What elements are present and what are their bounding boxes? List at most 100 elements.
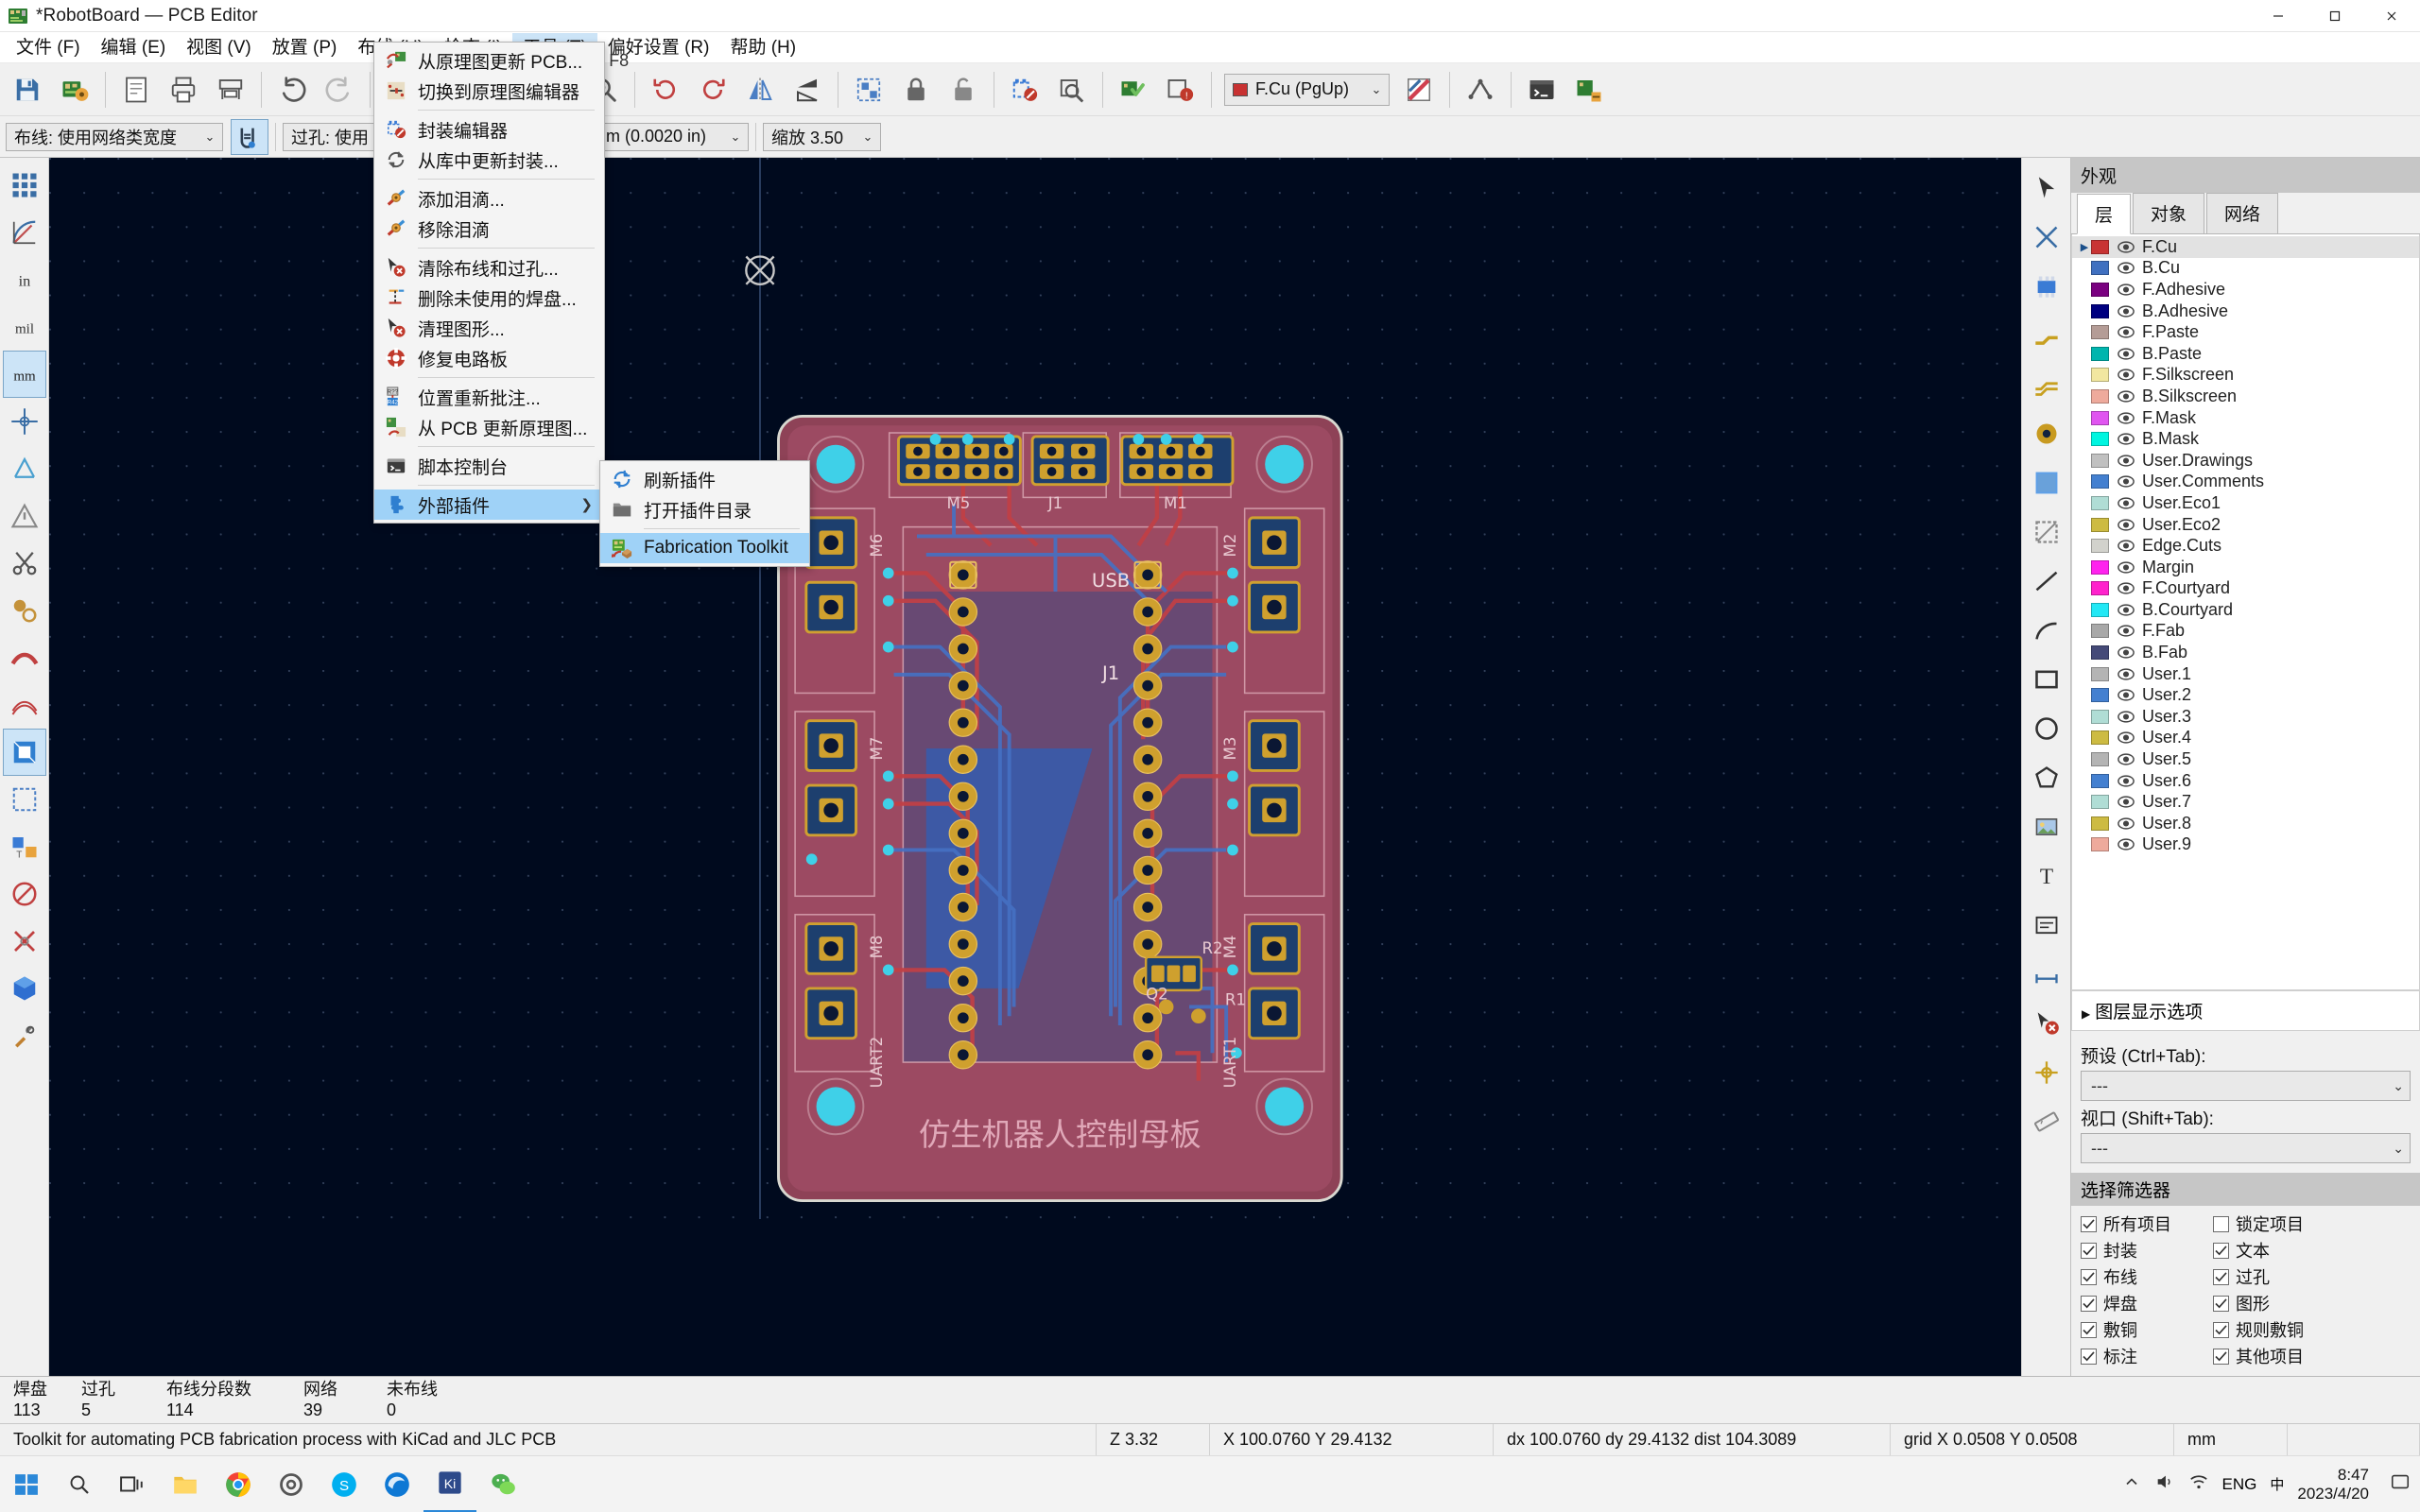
checkbox-box[interactable] (2213, 1268, 2229, 1285)
lock-button[interactable] (892, 66, 940, 113)
layer-row[interactable]: User.9 (2072, 834, 2419, 856)
toggle-polar-coords-button[interactable] (3, 209, 46, 256)
track-width-selector[interactable]: 布线: 使用网络类宽度 ⌄ (6, 122, 223, 151)
layers-list[interactable]: ▶ F.Cu B.Cu F.Adhesive B.Adhesive F.Paste B.Pa… (2071, 234, 2420, 990)
scripting-console-button[interactable] (1518, 66, 1565, 113)
layer-row[interactable]: User.5 (2072, 748, 2419, 770)
layer-row[interactable]: B.Paste (2072, 343, 2419, 365)
ime-indicator[interactable]: ENG (2222, 1475, 2257, 1494)
place-footprint-button[interactable] (2025, 262, 2068, 311)
viewport-selector[interactable]: --- ⌄ (2081, 1133, 2411, 1163)
add-rule-area-button[interactable] (2025, 507, 2068, 557)
layer-row[interactable]: User.8 (2072, 813, 2419, 834)
filter-checkbox[interactable]: 过孔 (2213, 1264, 2412, 1289)
layer-color-swatch[interactable] (2091, 559, 2109, 575)
mirror-h-button[interactable] (736, 66, 784, 113)
layer-row[interactable]: F.Adhesive (2072, 279, 2419, 301)
layer-color-swatch[interactable] (2091, 388, 2109, 404)
filter-checkbox[interactable]: 锁定项目 (2213, 1211, 2412, 1236)
select-tool-button[interactable] (2025, 163, 2068, 213)
page-settings-button[interactable] (112, 66, 160, 113)
unlock-button[interactable] (940, 66, 987, 113)
layer-color-swatch[interactable] (2091, 303, 2109, 318)
eye-icon[interactable] (2116, 561, 2136, 574)
layer-color-swatch[interactable] (2091, 368, 2109, 383)
layer-color-swatch[interactable] (2091, 346, 2109, 361)
eye-icon[interactable] (2116, 304, 2136, 318)
eye-icon[interactable] (2116, 518, 2136, 531)
units-inches-button[interactable]: in (3, 256, 46, 303)
toggle-sketch-pads-button[interactable] (3, 870, 46, 918)
minimize-button[interactable] (2250, 0, 2307, 32)
menu-item[interactable]: 从原理图更新 PCB... F8 (374, 45, 629, 76)
layer-selector[interactable]: F.Cu (PgUp) ⌄ (1224, 73, 1390, 106)
layer-row[interactable]: B.Courtyard (2072, 599, 2419, 621)
eye-icon[interactable] (2116, 411, 2136, 424)
checkbox-box[interactable] (2081, 1268, 2097, 1285)
close-button[interactable] (2363, 0, 2420, 32)
print-button[interactable] (160, 66, 207, 113)
eye-icon[interactable] (2116, 497, 2136, 509)
menu-item[interactable]: 外部插件 ❯ (374, 490, 604, 520)
layer-color-swatch[interactable] (2091, 795, 2109, 810)
layer-color-swatch[interactable] (2091, 752, 2109, 767)
skype-icon[interactable]: S (318, 1456, 371, 1512)
layer-color-swatch[interactable] (2091, 773, 2109, 788)
menu-help[interactable]: 帮助 (H) (719, 33, 806, 62)
draw-arc-button[interactable] (2025, 606, 2068, 655)
notifications-icon[interactable] (2390, 1471, 2411, 1498)
checkbox-box[interactable] (2213, 1295, 2229, 1312)
layer-display-options[interactable]: ▶ 图层显示选项 (2071, 990, 2420, 1031)
filter-checkbox[interactable]: 敷铜 (2081, 1317, 2213, 1342)
menu-item[interactable]: 清理图形... (374, 313, 604, 343)
layer-row[interactable]: User.3 (2072, 706, 2419, 728)
network-icon[interactable] (2188, 1471, 2209, 1498)
highlight-ratsnest-button[interactable] (1457, 66, 1504, 113)
filter-checkbox[interactable]: 所有项目 (2081, 1211, 2213, 1236)
layer-color-swatch[interactable] (2091, 688, 2109, 703)
eye-icon[interactable] (2116, 753, 2136, 765)
pcb-canvas[interactable]: USB J1 M5 J1 M1 M6 M2 M7 M3 M8 M4 UART2 … (49, 158, 2021, 1376)
layer-color-swatch[interactable] (2091, 624, 2109, 639)
preset-selector[interactable]: --- ⌄ (2081, 1071, 2411, 1101)
layer-row[interactable]: Edge.Cuts (2072, 535, 2419, 557)
toggle-vias-fill-button[interactable] (3, 681, 46, 729)
layer-color-swatch[interactable] (2091, 517, 2109, 532)
eye-icon[interactable] (2116, 369, 2136, 381)
layer-color-swatch[interactable] (2091, 282, 2109, 297)
menu-edit[interactable]: 编辑 (E) (91, 33, 177, 62)
toggle-zones-fill-button[interactable] (2, 729, 46, 776)
eye-icon[interactable] (2116, 262, 2136, 275)
eye-icon[interactable] (2116, 390, 2136, 403)
layer-row[interactable]: F.Silkscreen (2072, 365, 2419, 387)
layer-color-swatch[interactable] (2091, 837, 2109, 852)
chrome-icon[interactable] (212, 1456, 265, 1512)
menu-item[interactable]: 刷新插件 (600, 464, 809, 494)
checkbox-box[interactable] (2081, 1215, 2097, 1232)
layer-color-swatch[interactable] (2091, 666, 2109, 681)
layer-row[interactable]: F.Paste (2072, 321, 2419, 343)
footprint-checker-button[interactable] (1048, 66, 1096, 113)
eye-icon[interactable] (2116, 817, 2136, 830)
layer-row[interactable]: ▶ F.Cu (2072, 236, 2419, 258)
eye-icon[interactable] (2116, 348, 2136, 360)
layer-row[interactable]: B.Cu (2072, 258, 2419, 280)
eye-icon[interactable] (2116, 711, 2136, 723)
layer-row[interactable]: User.1 (2072, 663, 2419, 685)
layer-row[interactable]: User.Comments (2072, 472, 2419, 493)
preferences-button[interactable] (3, 1012, 46, 1059)
add-text-button[interactable]: T (2025, 851, 2068, 901)
menu-item[interactable]: 脚本控制台 (374, 451, 604, 481)
menu-item[interactable]: 清除布线和过孔... (374, 252, 604, 283)
route-tracks-button[interactable] (2025, 311, 2068, 360)
tab-objects[interactable]: 对象 (2133, 193, 2205, 233)
edge-icon[interactable] (371, 1456, 424, 1512)
layer-color-swatch[interactable] (2091, 325, 2109, 340)
menu-item[interactable]: 切换到原理图编辑器 (374, 76, 604, 106)
grid-selector[interactable]: mm (0.0020 in) ⌄ (583, 122, 749, 151)
checkbox-box[interactable] (2213, 1242, 2229, 1259)
menu-item[interactable]: 封装编辑器 (374, 114, 604, 145)
kicad-icon[interactable]: Ki (424, 1456, 476, 1512)
expand-arrow-icon[interactable]: ▶ (2078, 241, 2091, 253)
add-zone-button[interactable] (2025, 458, 2068, 507)
